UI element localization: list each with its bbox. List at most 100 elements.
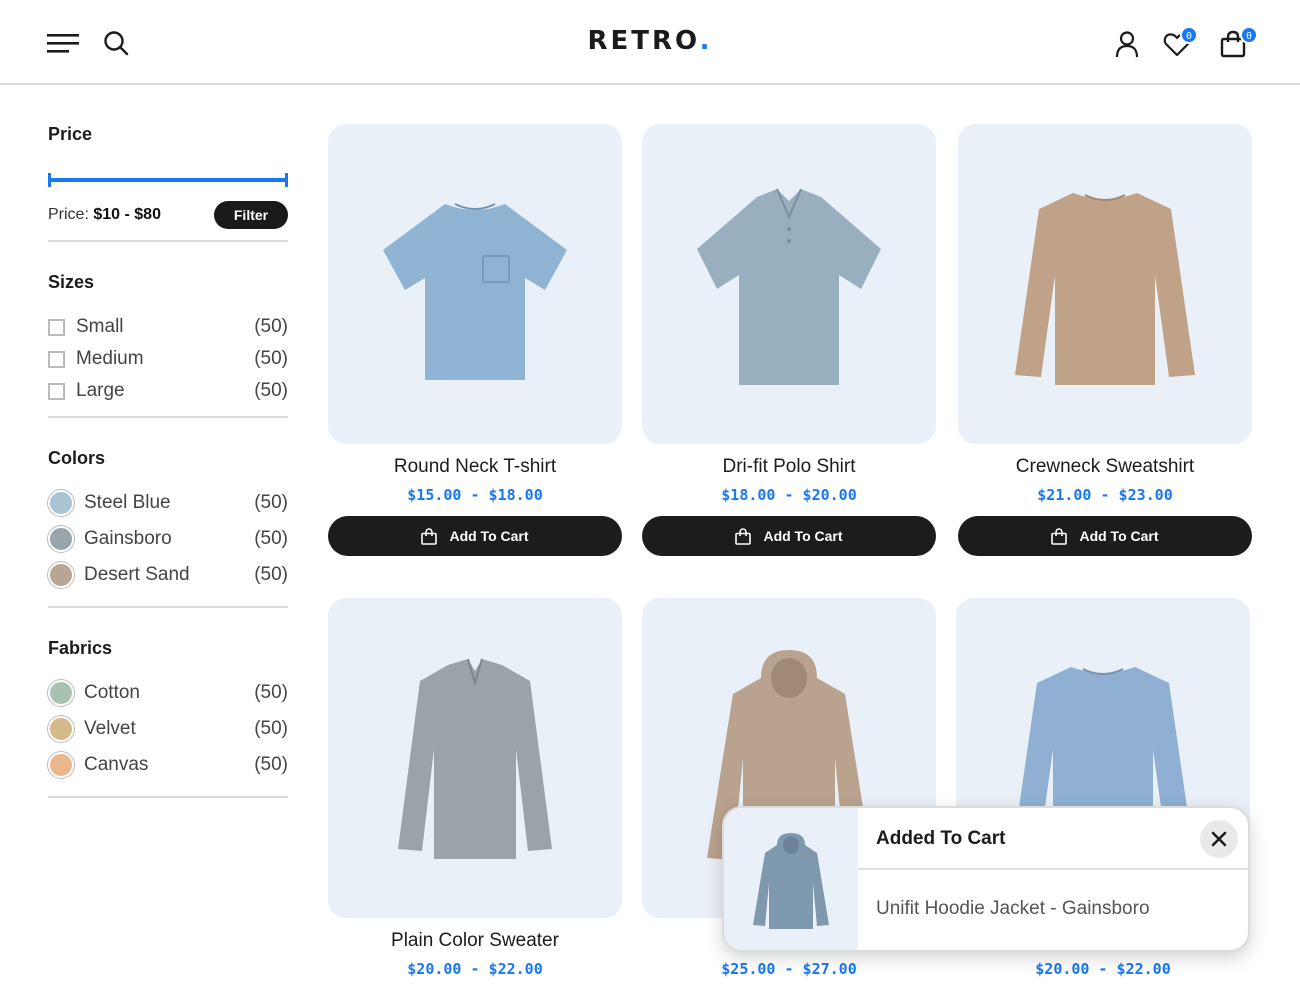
slider-max-handle[interactable]: [285, 173, 288, 187]
product-image[interactable]: [958, 124, 1252, 444]
product-name[interactable]: Crewneck Sweatshirt: [958, 456, 1252, 480]
cart-count-badge: 0: [1240, 26, 1258, 44]
sweater-image: [398, 658, 552, 859]
fabric-label: Velvet: [84, 718, 136, 739]
slider-min-handle[interactable]: [48, 173, 51, 187]
color-swatch: [48, 526, 74, 552]
size-option-large[interactable]: Large (50): [48, 375, 288, 407]
color-label: Desert Sand: [84, 564, 190, 585]
brand-logo[interactable]: RETRO.: [0, 26, 1300, 56]
fabric-label: Cotton: [84, 682, 140, 703]
color-swatch: [48, 490, 74, 516]
size-label: Medium: [76, 348, 144, 369]
search-icon: [104, 31, 129, 56]
account-button[interactable]: [1112, 29, 1142, 59]
product-price: $21.00 - $23.00: [1037, 486, 1173, 504]
size-option-small[interactable]: Small (50): [48, 311, 288, 343]
close-toast-button[interactable]: [1200, 820, 1238, 858]
add-to-cart-label: Add To Cart: [1079, 528, 1159, 544]
fabric-count: (50): [254, 682, 288, 703]
filter-button[interactable]: Filter: [214, 201, 288, 229]
filter-sidebar: Price Price: $10 - $80 Filter Sizes Smal…: [48, 110, 288, 798]
menu-icon: [47, 34, 79, 53]
logo-text: RETRO: [587, 26, 700, 56]
fabric-count: (50): [254, 718, 288, 739]
top-header: RETRO. 0 0: [0, 0, 1300, 85]
fabric-option-cotton[interactable]: Cotton (50): [48, 675, 288, 711]
size-count: (50): [254, 316, 288, 337]
logo-dot: .: [699, 26, 713, 56]
color-count: (50): [254, 528, 288, 549]
hoodie-image: [753, 833, 829, 929]
color-list: Steel Blue (50) Gainsboro (50) Desert Sand…: [48, 485, 288, 593]
price-range-value: $10 - $80: [93, 206, 161, 223]
fabric-option-canvas[interactable]: Canvas (50): [48, 747, 288, 783]
toast-product-name: Unifit Hoodie Jacket - Gainsboro: [876, 898, 1150, 919]
size-checkbox[interactable]: [48, 382, 65, 400]
colors-title: Colors: [48, 448, 106, 468]
price-label: Price:: [48, 206, 89, 223]
polo-shirt-image: [697, 188, 881, 385]
size-list: Small (50) Medium (50) Large (50): [48, 311, 288, 407]
shopping-bag-icon: [1051, 527, 1068, 545]
size-checkbox[interactable]: [48, 318, 65, 336]
color-option-desert-sand[interactable]: Desert Sand (50): [48, 557, 288, 593]
add-to-cart-button[interactable]: Add To Cart: [328, 516, 622, 556]
color-label: Steel Blue: [84, 492, 171, 513]
slider-track: [48, 178, 288, 182]
product-price: $25.00 - $27.00: [721, 960, 857, 978]
product-name[interactable]: Plain Color Sweater: [328, 930, 622, 954]
product-image[interactable]: [642, 124, 936, 444]
product-price: $20.00 - $22.00: [1035, 960, 1171, 978]
color-count: (50): [254, 492, 288, 513]
fabrics-title: Fabrics: [48, 638, 113, 658]
color-option-steel-blue[interactable]: Steel Blue (50): [48, 485, 288, 521]
color-label: Gainsboro: [84, 528, 172, 549]
product-card: Round Neck T-shirt $15.00 - $18.00 Add T…: [328, 124, 622, 556]
price-range-slider[interactable]: [48, 173, 288, 187]
price-title: Price: [48, 124, 93, 144]
search-button[interactable]: [101, 28, 131, 58]
size-label: Large: [76, 380, 125, 401]
product-card: Plain Color Sweater $20.00 - $22.00: [328, 598, 622, 978]
size-count: (50): [254, 380, 288, 401]
close-icon: [1211, 831, 1227, 847]
color-swatch: [48, 562, 74, 588]
add-to-cart-label: Add To Cart: [763, 528, 843, 544]
wishlist-button[interactable]: 0: [1160, 26, 1198, 60]
fabric-swatch: [48, 680, 74, 706]
price-range-text: Price: $10 - $80: [48, 206, 161, 224]
toast-product-thumbnail: [724, 808, 858, 950]
menu-button[interactable]: [46, 28, 82, 58]
product-price: $15.00 - $18.00: [407, 486, 543, 504]
price-filter: Price Price: $10 - $80 Filter: [48, 110, 288, 242]
size-checkbox[interactable]: [48, 350, 65, 368]
toast-header: Added To Cart: [858, 808, 1248, 870]
fabric-label: Canvas: [84, 754, 149, 775]
wishlist-count-badge: 0: [1180, 26, 1198, 44]
product-price: $18.00 - $20.00: [721, 486, 857, 504]
product-name[interactable]: Round Neck T-shirt: [328, 456, 622, 480]
sizes-title: Sizes: [48, 272, 95, 292]
cart-button[interactable]: 0: [1216, 26, 1258, 60]
fabric-count: (50): [254, 754, 288, 775]
size-option-medium[interactable]: Medium (50): [48, 343, 288, 375]
sizes-filter: Sizes Small (50) Medium (50) Large (50): [48, 242, 288, 418]
toast-title: Added To Cart: [876, 828, 1006, 849]
add-to-cart-label: Add To Cart: [449, 528, 529, 544]
product-image[interactable]: [328, 598, 622, 918]
user-icon: [1115, 31, 1139, 58]
product-price: $20.00 - $22.00: [407, 960, 543, 978]
product-image[interactable]: [328, 124, 622, 444]
fabric-swatch: [48, 752, 74, 778]
shopping-bag-icon: [421, 527, 438, 545]
product-card: Crewneck Sweatshirt $21.00 - $23.00 Add …: [958, 124, 1252, 556]
product-card: Dri-fit Polo Shirt $18.00 - $20.00 Add T…: [642, 124, 936, 556]
size-label: Small: [76, 316, 124, 337]
fabric-option-velvet[interactable]: Velvet (50): [48, 711, 288, 747]
add-to-cart-button[interactable]: Add To Cart: [958, 516, 1252, 556]
fabrics-filter: Fabrics Cotton (50) Velvet (50) Canvas (50): [48, 608, 288, 798]
color-option-gainsboro[interactable]: Gainsboro (50): [48, 521, 288, 557]
add-to-cart-button[interactable]: Add To Cart: [642, 516, 936, 556]
product-name[interactable]: Dri-fit Polo Shirt: [642, 456, 936, 480]
